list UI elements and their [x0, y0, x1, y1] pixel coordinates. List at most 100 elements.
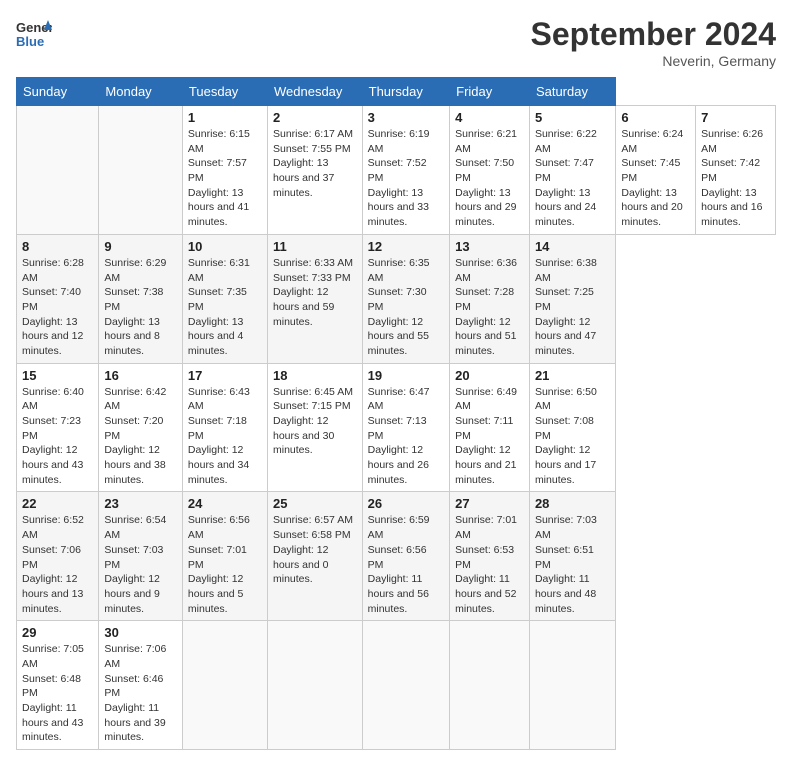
logo-icon: General Blue — [16, 16, 52, 52]
day-cell: 22Sunrise: 6:52 AMSunset: 7:06 PMDayligh… — [17, 492, 99, 621]
day-info: Sunrise: 6:57 AMSunset: 6:58 PMDaylight:… — [273, 513, 357, 586]
title-area: September 2024 Neverin, Germany — [531, 16, 776, 69]
day-info: Sunrise: 6:56 AMSunset: 7:01 PMDaylight:… — [188, 513, 262, 616]
day-info: Sunrise: 7:03 AMSunset: 6:51 PMDaylight:… — [535, 513, 610, 616]
day-cell: 9 Sunrise: 6:29 AMSunset: 7:38 PMDaylight… — [99, 234, 183, 363]
weekday-header: Thursday — [362, 78, 450, 106]
day-cell: 5Sunrise: 6:22 AMSunset: 7:47 PMDaylight… — [529, 106, 615, 235]
day-cell: 1 Sunrise: 6:15 AMSunset: 7:57 PMDaylight… — [182, 106, 267, 235]
day-cell: 2 Sunrise: 6:17 AMSunset: 7:55 PMDaylight… — [268, 106, 363, 235]
day-number: 12 — [368, 239, 445, 254]
empty-day-cell — [99, 106, 183, 235]
day-cell — [268, 621, 363, 750]
weekday-header: Wednesday — [268, 78, 363, 106]
day-number: 10 — [188, 239, 262, 254]
day-info: Sunrise: 7:01 AMSunset: 6:53 PMDaylight:… — [455, 513, 524, 616]
day-number: 20 — [455, 368, 524, 383]
day-info: Sunrise: 6:36 AMSunset: 7:28 PMDaylight:… — [455, 256, 524, 359]
day-number: 16 — [104, 368, 177, 383]
day-info: Sunrise: 6:43 AMSunset: 7:18 PMDaylight:… — [188, 385, 262, 488]
day-number: 21 — [535, 368, 610, 383]
day-number: 9 — [104, 239, 177, 254]
day-info: Sunrise: 6:15 AMSunset: 7:57 PMDaylight:… — [188, 127, 262, 230]
day-cell — [362, 621, 450, 750]
day-cell — [450, 621, 530, 750]
weekday-header: Tuesday — [182, 78, 267, 106]
day-cell: 7 Sunrise: 6:26 AMSunset: 7:42 PMDaylight… — [696, 106, 776, 235]
page-header: General Blue September 2024 Neverin, Ger… — [16, 16, 776, 69]
day-number: 14 — [535, 239, 610, 254]
day-cell: 13 Sunrise: 6:36 AMSunset: 7:28 PMDayligh… — [450, 234, 530, 363]
day-cell: 16 Sunrise: 6:42 AMSunset: 7:20 PMDayligh… — [99, 363, 183, 492]
day-number: 23 — [104, 496, 177, 511]
day-number: 24 — [188, 496, 262, 511]
day-info: Sunrise: 6:33 AMSunset: 7:33 PMDaylight:… — [273, 256, 357, 329]
day-cell: 25 Sunrise: 6:57 AMSunset: 6:58 PMDayligh… — [268, 492, 363, 621]
day-info: Sunrise: 6:42 AMSunset: 7:20 PMDaylight:… — [104, 385, 177, 488]
day-number: 7 — [701, 110, 770, 125]
day-number: 17 — [188, 368, 262, 383]
day-cell: 8Sunrise: 6:28 AMSunset: 7:40 PMDaylight… — [17, 234, 99, 363]
day-number: 28 — [535, 496, 610, 511]
day-cell: 29 Sunrise: 7:05 AMSunset: 6:48 PMDayligh… — [17, 621, 99, 750]
day-info: Sunrise: 6:45 AMSunset: 7:15 PMDaylight:… — [273, 385, 357, 458]
day-number: 8 — [22, 239, 93, 254]
day-cell: 30 Sunrise: 7:06 AMSunset: 6:46 PMDayligh… — [99, 621, 183, 750]
day-cell: 10 Sunrise: 6:31 AMSunset: 7:35 PMDayligh… — [182, 234, 267, 363]
day-number: 26 — [368, 496, 445, 511]
day-number: 19 — [368, 368, 445, 383]
day-info: Sunrise: 7:06 AMSunset: 6:46 PMDaylight:… — [104, 642, 177, 745]
day-info: Sunrise: 6:47 AMSunset: 7:13 PMDaylight:… — [368, 385, 445, 488]
day-info: Sunrise: 6:29 AMSunset: 7:38 PMDaylight:… — [104, 256, 177, 359]
calendar-header-row: SundayMondayTuesdayWednesdayThursdayFrid… — [17, 78, 776, 106]
day-number: 1 — [188, 110, 262, 125]
day-info: Sunrise: 7:05 AMSunset: 6:48 PMDaylight:… — [22, 642, 93, 745]
day-number: 15 — [22, 368, 93, 383]
calendar-table: SundayMondayTuesdayWednesdayThursdayFrid… — [16, 77, 776, 750]
day-cell: 14Sunrise: 6:38 AMSunset: 7:25 PMDayligh… — [529, 234, 615, 363]
day-cell: 20 Sunrise: 6:49 AMSunset: 7:11 PMDayligh… — [450, 363, 530, 492]
empty-day-cell — [17, 106, 99, 235]
day-info: Sunrise: 6:52 AMSunset: 7:06 PMDaylight:… — [22, 513, 93, 616]
day-number: 30 — [104, 625, 177, 640]
day-cell: 27 Sunrise: 7:01 AMSunset: 6:53 PMDayligh… — [450, 492, 530, 621]
day-number: 2 — [273, 110, 357, 125]
calendar-week-row: 22Sunrise: 6:52 AMSunset: 7:06 PMDayligh… — [17, 492, 776, 621]
day-cell: 26Sunrise: 6:59 AMSunset: 6:56 PMDayligh… — [362, 492, 450, 621]
day-number: 27 — [455, 496, 524, 511]
day-cell: 11Sunrise: 6:33 AMSunset: 7:33 PMDayligh… — [268, 234, 363, 363]
calendar-week-row: 1 Sunrise: 6:15 AMSunset: 7:57 PMDaylight… — [17, 106, 776, 235]
day-number: 13 — [455, 239, 524, 254]
calendar-week-row: 15Sunrise: 6:40 AMSunset: 7:23 PMDayligh… — [17, 363, 776, 492]
day-cell — [529, 621, 615, 750]
day-number: 18 — [273, 368, 357, 383]
weekday-header: Friday — [450, 78, 530, 106]
day-cell: 6 Sunrise: 6:24 AMSunset: 7:45 PMDaylight… — [616, 106, 696, 235]
day-info: Sunrise: 6:24 AMSunset: 7:45 PMDaylight:… — [621, 127, 690, 230]
day-cell: 17 Sunrise: 6:43 AMSunset: 7:18 PMDayligh… — [182, 363, 267, 492]
weekday-header: Saturday — [529, 78, 615, 106]
day-info: Sunrise: 6:26 AMSunset: 7:42 PMDaylight:… — [701, 127, 770, 230]
day-cell: 12Sunrise: 6:35 AMSunset: 7:30 PMDayligh… — [362, 234, 450, 363]
day-info: Sunrise: 6:49 AMSunset: 7:11 PMDaylight:… — [455, 385, 524, 488]
month-title: September 2024 — [531, 16, 776, 53]
day-info: Sunrise: 6:19 AMSunset: 7:52 PMDaylight:… — [368, 127, 445, 230]
day-number: 6 — [621, 110, 690, 125]
day-number: 3 — [368, 110, 445, 125]
location-title: Neverin, Germany — [531, 53, 776, 69]
day-number: 25 — [273, 496, 357, 511]
day-cell: 15Sunrise: 6:40 AMSunset: 7:23 PMDayligh… — [17, 363, 99, 492]
day-cell: 3 Sunrise: 6:19 AMSunset: 7:52 PMDaylight… — [362, 106, 450, 235]
day-cell — [182, 621, 267, 750]
day-info: Sunrise: 6:31 AMSunset: 7:35 PMDaylight:… — [188, 256, 262, 359]
logo: General Blue — [16, 16, 52, 52]
weekday-header: Monday — [99, 78, 183, 106]
day-number: 4 — [455, 110, 524, 125]
day-info: Sunrise: 6:50 AMSunset: 7:08 PMDaylight:… — [535, 385, 610, 488]
day-number: 29 — [22, 625, 93, 640]
calendar-week-row: 29 Sunrise: 7:05 AMSunset: 6:48 PMDayligh… — [17, 621, 776, 750]
day-info: Sunrise: 6:21 AMSunset: 7:50 PMDaylight:… — [455, 127, 524, 230]
calendar-week-row: 8Sunrise: 6:28 AMSunset: 7:40 PMDaylight… — [17, 234, 776, 363]
day-cell: 21 Sunrise: 6:50 AMSunset: 7:08 PMDayligh… — [529, 363, 615, 492]
day-info: Sunrise: 6:17 AMSunset: 7:55 PMDaylight:… — [273, 127, 357, 200]
